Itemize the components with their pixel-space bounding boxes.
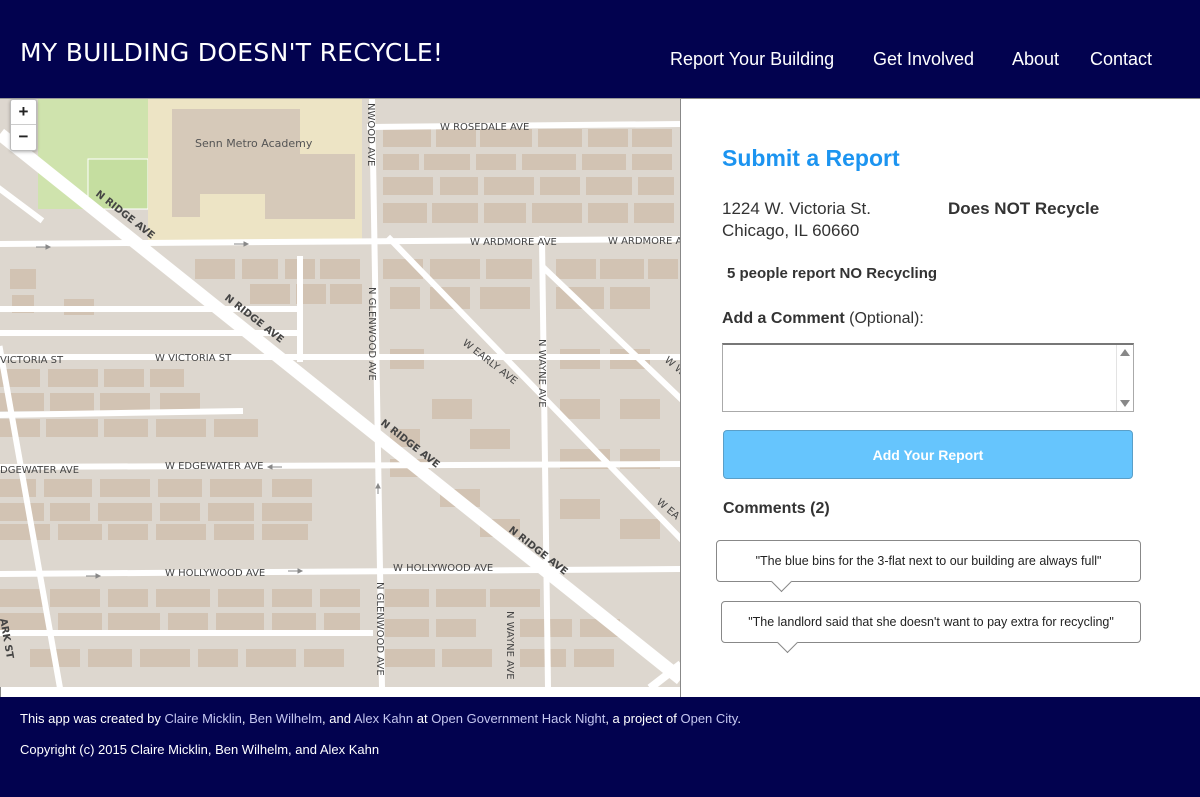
zoom-out-button[interactable]: − (11, 125, 36, 149)
street-label: W HOLLYWOOD AVE (393, 563, 493, 574)
street-label: N GLENWOOD AVE (374, 582, 385, 676)
scroll-up-icon[interactable] (1120, 349, 1130, 356)
add-report-button[interactable]: Add Your Report (723, 430, 1133, 479)
comment-text: "The landlord said that she doesn't want… (748, 615, 1114, 629)
nav-report-your-building[interactable]: Report Your Building (670, 49, 834, 70)
credits-at: at (413, 711, 432, 726)
address-line-2: Chicago, IL 60660 (722, 221, 860, 240)
event-link[interactable]: Open Government Hack Night (431, 711, 605, 726)
site-brand[interactable]: MY BUILDING DOESN'T RECYCLE! (20, 38, 443, 67)
site-header: MY BUILDING DOESN'T RECYCLE! Report Your… (0, 0, 1200, 98)
nav-get-involved[interactable]: Get Involved (873, 49, 974, 70)
report-count: 5 people report NO Recycling (727, 265, 938, 282)
nav-about[interactable]: About (1012, 49, 1059, 70)
street-label: N WAYNE AVE (536, 339, 547, 408)
report-title: Submit a Report (722, 145, 900, 171)
credits-separator: , (241, 711, 250, 726)
site-footer: This app was created by Claire Micklin , … (0, 697, 1200, 797)
credits-project: , a project of (605, 711, 681, 726)
org-link[interactable]: Open City (680, 711, 737, 726)
credits-separator: , and (322, 711, 354, 726)
credits-period: . (737, 711, 741, 726)
poi-label: Senn Metro Academy (195, 137, 313, 150)
street-label: DGEWATER AVE (0, 465, 79, 476)
comment-label: Add a Comment (Optional): (722, 310, 924, 328)
nav-contact[interactable]: Contact (1090, 49, 1152, 70)
street-label: N GLENWOOD AVE (366, 287, 377, 381)
comments-title: Comments (2) (723, 500, 830, 517)
street-label: W ARDMORE AVE (470, 237, 557, 248)
comment-bubble: "The landlord said that she doesn't want… (721, 601, 1141, 654)
street-label: W EDGEWATER AVE (165, 461, 263, 472)
street-label: W ROSEDALE AVE (440, 122, 529, 133)
street-label: W ARDMORE A (608, 236, 681, 247)
credits-prefix: This app was created by (20, 711, 165, 726)
zoom-control: + − (10, 99, 37, 151)
author-link-ben[interactable]: Ben Wilhelm (249, 711, 322, 726)
author-link-alex[interactable]: Alex Kahn (354, 711, 413, 726)
street-label: VICTORIA ST (0, 355, 64, 366)
street-label: N WAYNE AVE (504, 611, 515, 680)
address-line-1: 1224 W. Victoria St. (722, 199, 871, 218)
comment-label-bold: Add a Comment (722, 310, 845, 327)
street-label: NWOOD AVE (365, 103, 376, 166)
footer-copyright: Copyright (c) 2015 Claire Micklin, Ben W… (20, 742, 380, 757)
footer-credits: This app was created by Claire Micklin , … (20, 711, 741, 726)
textarea-scrollbar[interactable] (1116, 345, 1133, 411)
street-label: W VICTORIA ST (155, 353, 232, 364)
comment-bubble: "The blue bins for the 3-flat next to ou… (716, 540, 1141, 593)
comment-label-optional: (Optional): (844, 310, 924, 327)
comment-textarea[interactable] (722, 343, 1134, 412)
street-label: W HOLLYWOOD AVE (165, 568, 265, 579)
map-tiles[interactable]: Senn Metro Academy W ROSEDALE AVE W ARDM… (0, 99, 681, 688)
map-view[interactable]: Senn Metro Academy W ROSEDALE AVE W ARDM… (0, 98, 681, 688)
recycling-status: Does NOT Recycle (948, 199, 1100, 218)
author-link-claire[interactable]: Claire Micklin (165, 711, 242, 726)
scroll-down-icon[interactable] (1120, 400, 1130, 407)
comment-text: "The blue bins for the 3-flat next to ou… (755, 554, 1102, 568)
park-field (87, 158, 149, 210)
map-footer-gap (0, 687, 681, 697)
zoom-in-button[interactable]: + (11, 100, 36, 125)
